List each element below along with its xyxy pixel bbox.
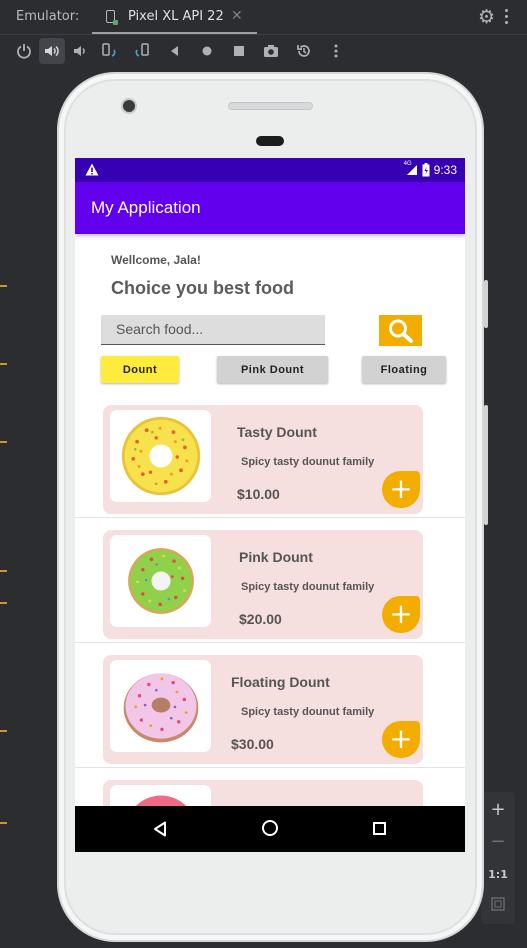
more-vertical-icon[interactable] [505, 9, 509, 25]
search-placeholder: Search food... [116, 321, 204, 337]
device-tab-title: Pixel XL API 22 [128, 9, 224, 24]
donut-image [110, 785, 211, 806]
close-icon[interactable]: ✕ [231, 8, 243, 24]
left-gutter [0, 67, 8, 948]
divider [75, 517, 465, 518]
item-price: $10.00 [237, 486, 280, 502]
zoom-actual-size-button[interactable]: 1:1 [481, 861, 515, 889]
category-dount[interactable]: Dount [101, 356, 179, 383]
item-name: Tasty Dount [237, 424, 317, 440]
search-icon [388, 319, 413, 343]
overview-icon[interactable] [226, 38, 252, 64]
navigation-bar [75, 806, 465, 852]
emulator-header: Emulator: Pixel XL API 22 ✕ ⚙ [0, 0, 527, 35]
item-price: $30.00 [231, 736, 274, 752]
food-card-pink-dount[interactable]: Pink Dount Spicy tasty dounut family $20… [103, 530, 423, 639]
item-name: Pink Dount [239, 549, 313, 565]
signal-icon: 4G [404, 161, 418, 176]
more-icon[interactable] [323, 38, 349, 64]
phone-volume-button[interactable] [484, 405, 488, 525]
category-pink-dount[interactable]: Pink Dount [217, 356, 328, 383]
nav-back-icon[interactable] [153, 821, 167, 837]
food-card-tasty-dount[interactable]: Tasty Dount Spicy tasty dounut family $1… [103, 405, 423, 514]
zoom-panel: + − 1:1 [481, 792, 515, 924]
divider [75, 642, 465, 643]
zoom-in-button[interactable]: + [481, 796, 515, 824]
search-input[interactable]: Search food... [101, 315, 325, 345]
food-card-partial[interactable] [103, 780, 423, 806]
item-description: Spicy tasty dounut family [241, 706, 375, 718]
gear-icon[interactable]: ⚙ [478, 6, 495, 28]
device-tab[interactable]: Pixel XL API 22 ✕ [92, 0, 257, 34]
power-icon[interactable] [11, 38, 37, 64]
app-title: My Application [91, 198, 201, 217]
pink-donut-image [110, 660, 211, 752]
home-icon[interactable] [194, 38, 220, 64]
divider [75, 767, 465, 768]
green-donut-image [110, 535, 211, 627]
item-description: Spicy tasty dounut family [241, 581, 375, 593]
phone-sensor [256, 136, 284, 146]
nav-recents-icon[interactable] [373, 822, 386, 835]
emulator-toolbar [0, 35, 527, 67]
status-time: 9:33 [433, 163, 457, 177]
add-to-cart-button[interactable]: + [382, 596, 420, 633]
headline-text: Choice you best food [111, 278, 295, 298]
device-screen: 4G 9:33 My Application Wellcome, Jala! C… [75, 158, 465, 852]
nav-home-icon[interactable] [262, 820, 278, 836]
yellow-donut-image [110, 410, 211, 502]
item-price: $20.00 [239, 611, 282, 627]
search-button[interactable] [379, 315, 422, 346]
item-name: Floating Dount [231, 674, 330, 690]
volume-up-icon[interactable] [39, 38, 65, 64]
front-camera [121, 98, 137, 114]
battery-icon [422, 163, 430, 177]
screenshot-icon[interactable] [258, 38, 284, 64]
phone-power-button[interactable] [484, 280, 488, 328]
back-icon[interactable] [162, 38, 188, 64]
emulator-label: Emulator: [16, 9, 80, 24]
zoom-out-button[interactable]: − [481, 828, 515, 856]
warning-icon [85, 163, 99, 176]
rotate-left-icon[interactable] [96, 38, 122, 64]
add-to-cart-button[interactable]: + [382, 721, 420, 758]
phone-speaker [228, 102, 313, 110]
welcome-text: Wellcome, Jala! [111, 253, 201, 267]
app-bar: My Application [75, 182, 465, 234]
rotate-right-icon[interactable] [129, 38, 155, 64]
item-description: Spicy tasty dounut family [241, 456, 375, 468]
status-bar: 4G 9:33 [75, 158, 465, 182]
device-icon [106, 10, 118, 25]
food-card-floating-dount[interactable]: Floating Dount Spicy tasty dounut family… [103, 655, 423, 764]
snapshot-icon[interactable] [291, 38, 317, 64]
zoom-fit-icon[interactable] [481, 892, 515, 920]
volume-down-icon[interactable] [67, 38, 93, 64]
main-content[interactable]: Wellcome, Jala! Choice you best food Sea… [75, 234, 465, 806]
category-floating[interactable]: Floating [362, 356, 446, 383]
add-to-cart-button[interactable]: + [382, 471, 420, 508]
